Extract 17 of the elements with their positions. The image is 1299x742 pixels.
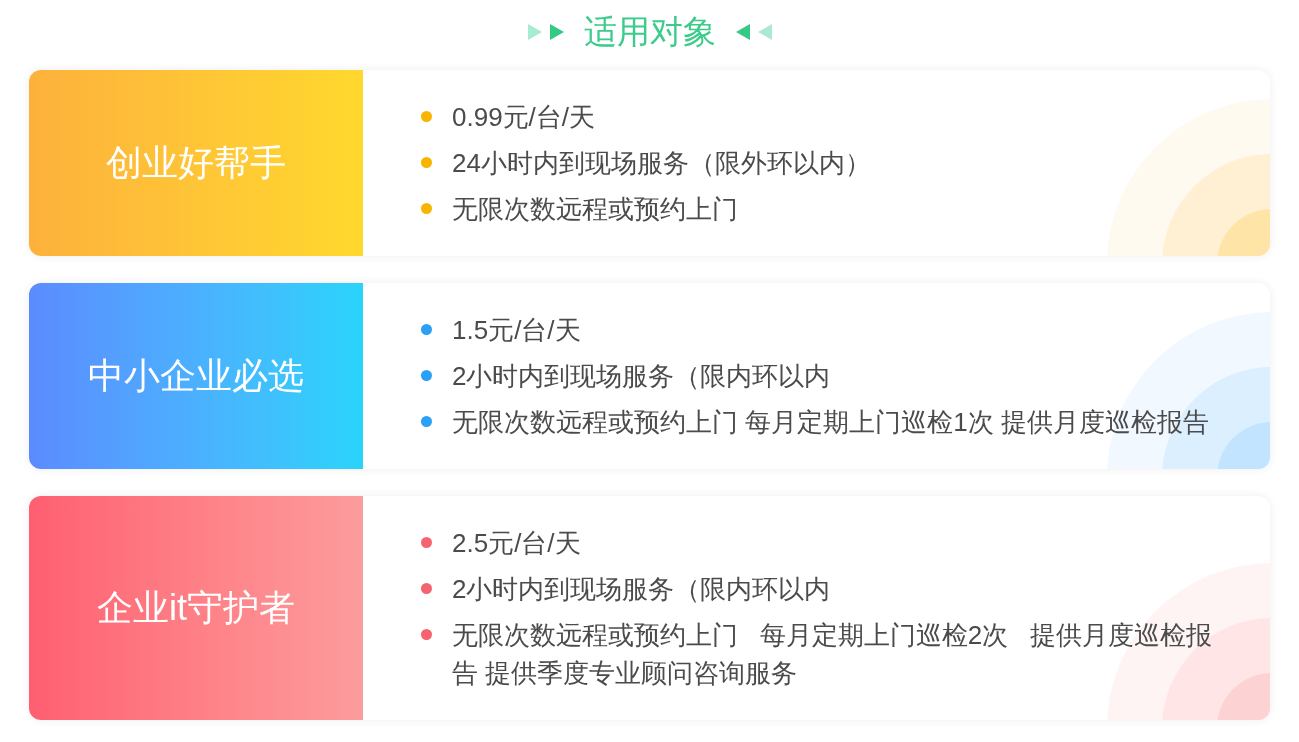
feature-text: 无限次数远程或预约上门 每月定期上门巡检2次 提供月度巡检报告 提供季度专业顾问咨询服务 <box>452 619 1213 690</box>
plan-title: 中小企业必选 <box>88 354 304 398</box>
feature-text: 2小时内到现场服务（限内环以内 <box>452 360 832 393</box>
feature-text: 无限次数远程或预约上门 <box>452 193 739 226</box>
feature-text: 1.5元/台/天 <box>452 314 582 347</box>
feature-text: 无限次数远程或预约上门 每月定期上门巡检1次 提供月度巡检报告 <box>452 406 1210 439</box>
triangle-icon <box>549 24 564 40</box>
section-title: 适用对象 <box>583 12 716 52</box>
feature-text: 2小时内到现场服务（限内环以内 <box>452 573 832 606</box>
triangle-icon <box>757 24 772 40</box>
feature-text: 2.5元/台/天 <box>452 527 582 560</box>
triangle-icon <box>527 24 542 40</box>
feature-text: 24小时内到现场服务（限外环以内） <box>452 147 872 180</box>
feature-text: 0.99元/台/天 <box>452 101 597 134</box>
plan-title: 企业it守护者 <box>97 586 295 630</box>
triangle-icon <box>735 24 750 40</box>
plan-title: 创业好帮手 <box>106 141 286 185</box>
